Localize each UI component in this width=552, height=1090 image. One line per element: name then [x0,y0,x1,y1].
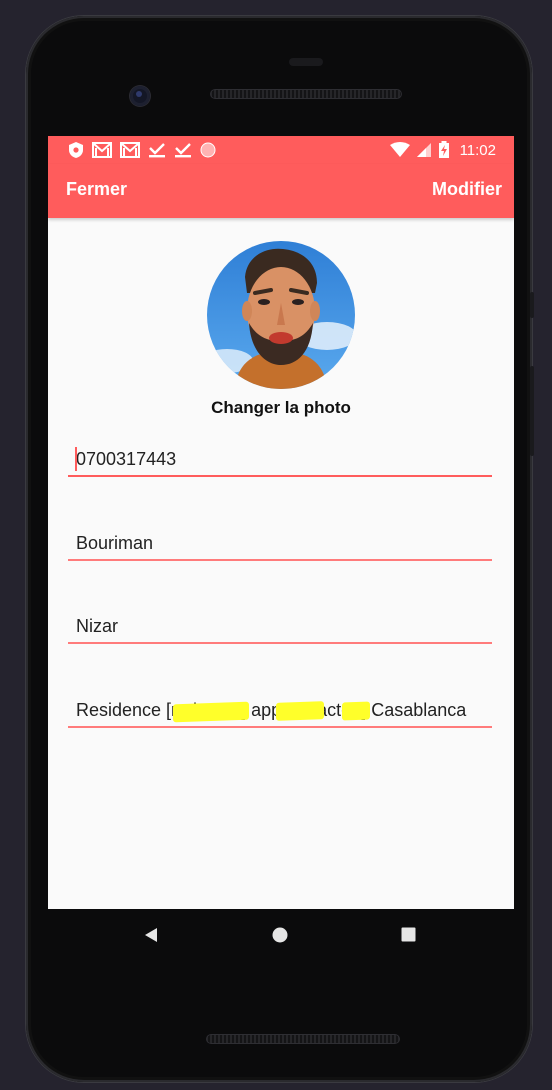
battery-charging-icon [438,141,449,158]
power-button [530,292,534,318]
top-speaker-grille [210,89,402,99]
app-bar: Fermer Modifier [48,164,514,218]
download-done-icon [175,143,191,158]
gmail-icon [92,142,112,158]
record-dot-icon [200,142,216,158]
app-screen: 11:02 Fermer Modifier Changer la photo 0… [48,136,514,909]
redaction-mark [276,701,324,721]
text-cursor [75,447,77,471]
phone-field[interactable] [68,443,492,477]
profile-photo[interactable] [207,241,355,389]
download-done-icon [149,143,165,158]
wifi-icon [389,142,410,157]
redaction-mark [342,701,370,721]
front-camera [130,86,150,106]
edit-button[interactable]: Modifier [432,179,502,200]
system-status: 11:02 [389,140,496,160]
first-name-field[interactable] [68,610,492,644]
status-bar: 11:02 [48,136,514,164]
change-photo-link[interactable]: Changer la photo [48,398,514,418]
back-icon[interactable] [144,927,158,943]
navigation-bar [48,909,514,963]
clock: 11:02 [459,141,496,159]
earpiece [289,58,323,66]
redaction-mark [173,701,249,723]
close-button[interactable]: Fermer [66,179,127,200]
gmail-icon [120,142,140,158]
shield-icon [69,142,83,158]
bottom-speaker-grille [206,1034,400,1044]
home-icon[interactable] [272,927,288,943]
recents-icon[interactable] [401,927,416,942]
cell-signal-icon [416,143,431,157]
volume-button [530,366,534,456]
last-name-field[interactable] [68,527,492,561]
notification-icons [68,140,216,160]
